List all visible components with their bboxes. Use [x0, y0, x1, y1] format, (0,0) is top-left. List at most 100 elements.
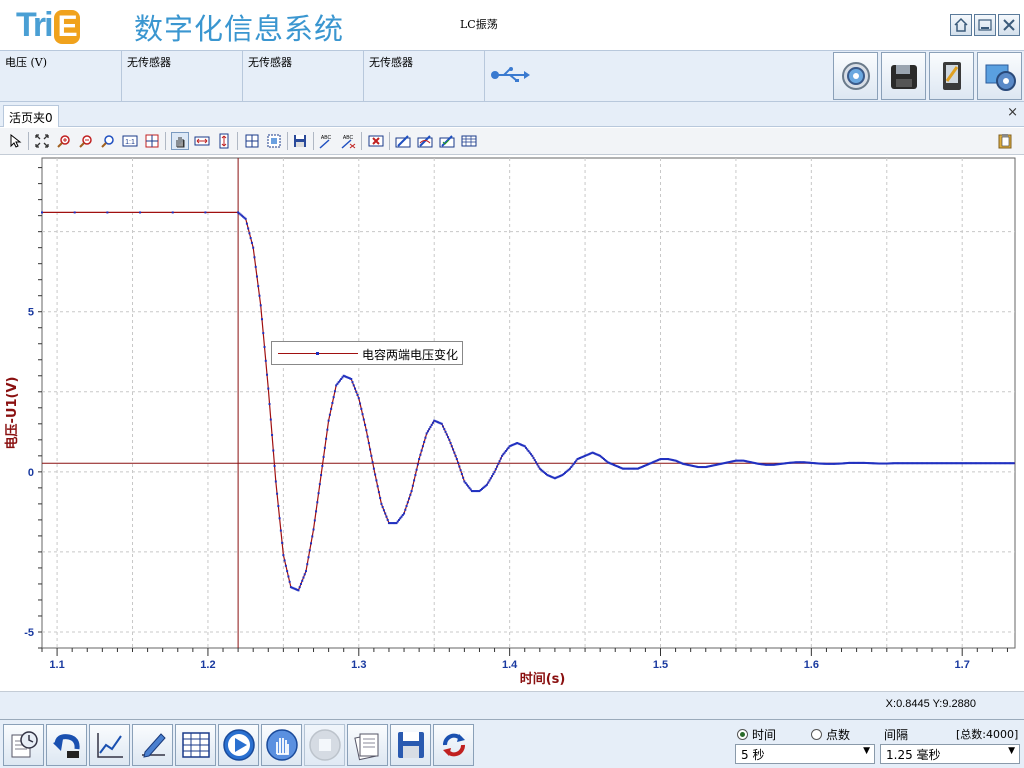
radio-time-indicator[interactable]	[737, 729, 748, 740]
legend-point-swatch	[316, 352, 319, 355]
fit-icon[interactable]	[33, 132, 51, 150]
series-point	[380, 502, 383, 505]
series-point	[494, 468, 497, 471]
series-point	[288, 580, 291, 583]
sensor-slot-1[interactable]: 电压 (V)	[0, 51, 122, 101]
series-point	[374, 473, 377, 476]
duration-value: 5 秒	[741, 748, 765, 762]
device-tool-icon[interactable]	[929, 52, 974, 100]
chart-icon[interactable]	[89, 724, 130, 766]
series-point	[274, 480, 277, 483]
table-icon[interactable]	[460, 132, 478, 150]
select-region-icon[interactable]	[265, 132, 283, 150]
series-point	[254, 265, 257, 268]
sensor-slot-2[interactable]: 无传感器	[122, 51, 243, 101]
plot-area[interactable]: 1.1 1.2 1.3 1.4 1.5 1.6 1.7 5 0 -5 时间(s) 电压-U1(V) 电…	[0, 156, 1024, 691]
series-point	[253, 256, 256, 259]
data-table-icon[interactable]	[175, 724, 216, 766]
series-point	[297, 589, 300, 592]
save-file-icon[interactable]	[390, 724, 431, 766]
radio-time[interactable]: 时间	[737, 726, 776, 743]
sensor-slot-3[interactable]: 无传感器	[243, 51, 364, 101]
minimize-icon[interactable]	[974, 14, 996, 36]
label-add-icon[interactable]: ABC	[317, 132, 335, 150]
window-controls	[950, 14, 1020, 36]
h-scale-icon[interactable]	[193, 132, 211, 150]
series-point	[428, 428, 431, 431]
toolbar-separator	[361, 132, 362, 150]
radio-time-label: 时间	[752, 728, 777, 742]
draw-fit-icon[interactable]	[416, 132, 434, 150]
delete-icon[interactable]	[367, 132, 385, 150]
undo-icon[interactable]	[46, 724, 87, 766]
radio-points[interactable]: 点数	[811, 726, 850, 743]
label-remove-icon[interactable]: ABC	[339, 132, 357, 150]
series-point	[377, 491, 380, 494]
series-point	[257, 285, 260, 288]
main-tools	[833, 52, 1022, 100]
draw-icon[interactable]	[394, 132, 412, 150]
v-scale-icon[interactable]	[215, 132, 233, 150]
sensor-slot-4[interactable]: 无传感器	[364, 51, 485, 101]
series-point	[264, 359, 267, 362]
radio-points-indicator[interactable]	[811, 729, 822, 740]
series-point	[535, 461, 538, 464]
chart-legend[interactable]: 电容两端电压变化	[271, 341, 463, 365]
draw-check-icon[interactable]	[438, 132, 456, 150]
series-point	[408, 497, 411, 500]
zoom-in-icon[interactable]	[55, 132, 73, 150]
title-bar: Tri E 数字化信息系统 LC振荡	[0, 0, 1024, 50]
pan-icon[interactable]	[171, 132, 189, 150]
one-to-one-icon[interactable]: 1:1	[121, 132, 139, 150]
series-point	[413, 479, 416, 482]
series-point	[299, 582, 302, 585]
settings-gear-icon[interactable]	[833, 52, 878, 100]
series-point	[306, 563, 309, 566]
series-point	[462, 476, 465, 479]
pages-icon[interactable]	[347, 724, 388, 766]
edit-icon[interactable]	[132, 724, 173, 766]
play-icon[interactable]	[218, 724, 259, 766]
duration-select[interactable]: 5 秒 ▼	[735, 744, 875, 764]
series-point	[328, 413, 331, 416]
grid-icon[interactable]	[143, 132, 161, 150]
series-point	[365, 429, 368, 432]
series-point	[416, 463, 419, 466]
close-icon[interactable]	[998, 14, 1020, 36]
stop-icon[interactable]	[304, 724, 345, 766]
series-point	[531, 454, 534, 457]
clipboard-icon[interactable]	[996, 132, 1014, 150]
series-point	[370, 454, 373, 457]
series-point	[496, 465, 499, 468]
series-point	[331, 402, 334, 404]
series-point	[379, 497, 382, 500]
series-point	[284, 564, 287, 567]
y-tick-label: -5	[24, 627, 34, 639]
zoom-search-icon[interactable]	[99, 132, 117, 150]
clock-icon[interactable]	[3, 724, 44, 766]
series-point	[273, 464, 276, 467]
cross-grid-icon[interactable]	[243, 132, 261, 150]
refresh-icon[interactable]	[433, 724, 474, 766]
series-point	[327, 419, 330, 422]
series-point	[375, 479, 378, 482]
series-point	[352, 384, 355, 387]
home-icon[interactable]	[950, 14, 972, 36]
series-point	[444, 430, 447, 433]
hand-icon[interactable]	[261, 724, 302, 766]
pointer-icon[interactable]	[6, 132, 24, 150]
y-tick-label: 0	[28, 467, 34, 479]
config-window-icon[interactable]	[977, 52, 1022, 100]
chart-svg[interactable]: 1.1 1.2 1.3 1.4 1.5 1.6 1.7 5 0 -5 时间(s) 电压-U1(V)	[0, 156, 1024, 691]
disk-save-icon[interactable]	[881, 52, 926, 100]
series-point	[449, 442, 452, 445]
tab-binder-0[interactable]: 活页夹0	[3, 105, 59, 127]
zoom-out-icon[interactable]	[77, 132, 95, 150]
series-point	[106, 211, 109, 214]
logo-text: Tri	[16, 6, 54, 44]
tab-close-icon[interactable]: ×	[1007, 105, 1018, 120]
save-icon[interactable]	[291, 132, 309, 150]
x-tick-label: 1.4	[502, 659, 518, 671]
interval-select[interactable]: 1.25 毫秒 ▼	[880, 744, 1020, 764]
series-point	[458, 465, 461, 468]
